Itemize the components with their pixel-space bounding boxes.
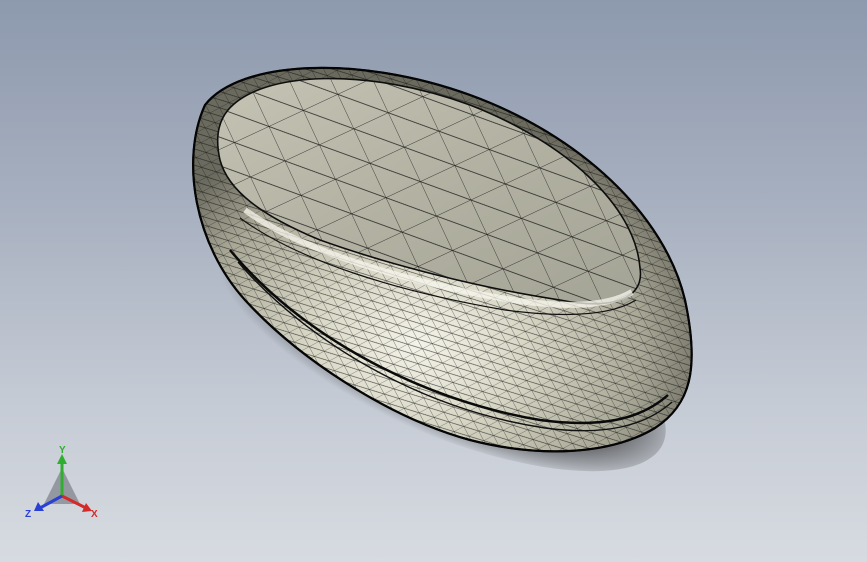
z-axis-label: Z: [25, 509, 31, 520]
orientation-triad[interactable]: Y X Z: [22, 445, 108, 526]
y-axis-label: Y: [59, 446, 66, 456]
model-canvas[interactable]: [0, 0, 867, 562]
x-axis-label: X: [91, 509, 98, 520]
graphics-viewport[interactable]: [0, 0, 867, 562]
pebble-model[interactable]: [150, 40, 750, 490]
